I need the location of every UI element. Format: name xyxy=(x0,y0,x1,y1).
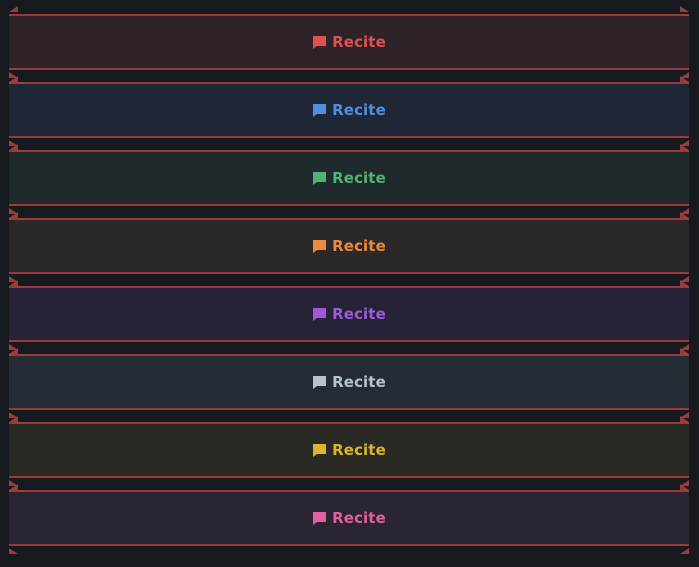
speech-bubble-icon xyxy=(312,103,327,118)
frame-corner xyxy=(680,6,689,12)
speech-bubble-icon xyxy=(312,307,327,322)
frame-corner xyxy=(680,548,689,554)
recite-label: Recite xyxy=(332,33,386,51)
frame-corner xyxy=(9,6,18,12)
speech-bubble-icon xyxy=(312,35,327,50)
button-stack: Recite Recite Recite Recite Recite Recit… xyxy=(0,0,699,567)
recite-button-pink[interactable]: Recite xyxy=(9,490,689,546)
recite-label: Recite xyxy=(332,101,386,119)
recite-button-orange[interactable]: Recite xyxy=(9,218,689,274)
recite-label: Recite xyxy=(332,373,386,391)
recite-label: Recite xyxy=(332,305,386,323)
recite-button-yellow[interactable]: Recite xyxy=(9,422,689,478)
recite-button-red[interactable]: Recite xyxy=(9,14,689,70)
recite-button-purple[interactable]: Recite xyxy=(9,286,689,342)
frame-corner xyxy=(9,548,18,554)
speech-bubble-icon xyxy=(312,239,327,254)
recite-button-green[interactable]: Recite xyxy=(9,150,689,206)
recite-button-gray[interactable]: Recite xyxy=(9,354,689,410)
speech-bubble-icon xyxy=(312,375,327,390)
recite-label: Recite xyxy=(332,509,386,527)
recite-button-blue[interactable]: Recite xyxy=(9,82,689,138)
recite-label: Recite xyxy=(332,237,386,255)
speech-bubble-icon xyxy=(312,171,327,186)
recite-label: Recite xyxy=(332,441,386,459)
speech-bubble-icon xyxy=(312,511,327,526)
recite-label: Recite xyxy=(332,169,386,187)
speech-bubble-icon xyxy=(312,443,327,458)
